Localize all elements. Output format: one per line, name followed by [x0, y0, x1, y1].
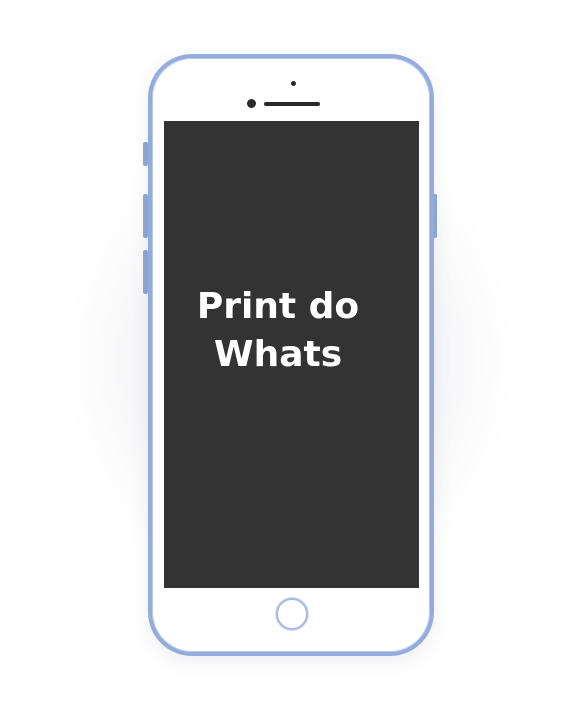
screen-placeholder-text: Print do Whats: [196, 286, 360, 375]
phone-mockup: Print do Whats: [148, 54, 434, 656]
home-button[interactable]: [276, 598, 308, 630]
earpiece-speaker: [264, 102, 320, 106]
front-camera-icon: [247, 99, 256, 108]
sensor-icon: [291, 81, 296, 86]
phone-screen: Print do Whats: [164, 121, 419, 588]
